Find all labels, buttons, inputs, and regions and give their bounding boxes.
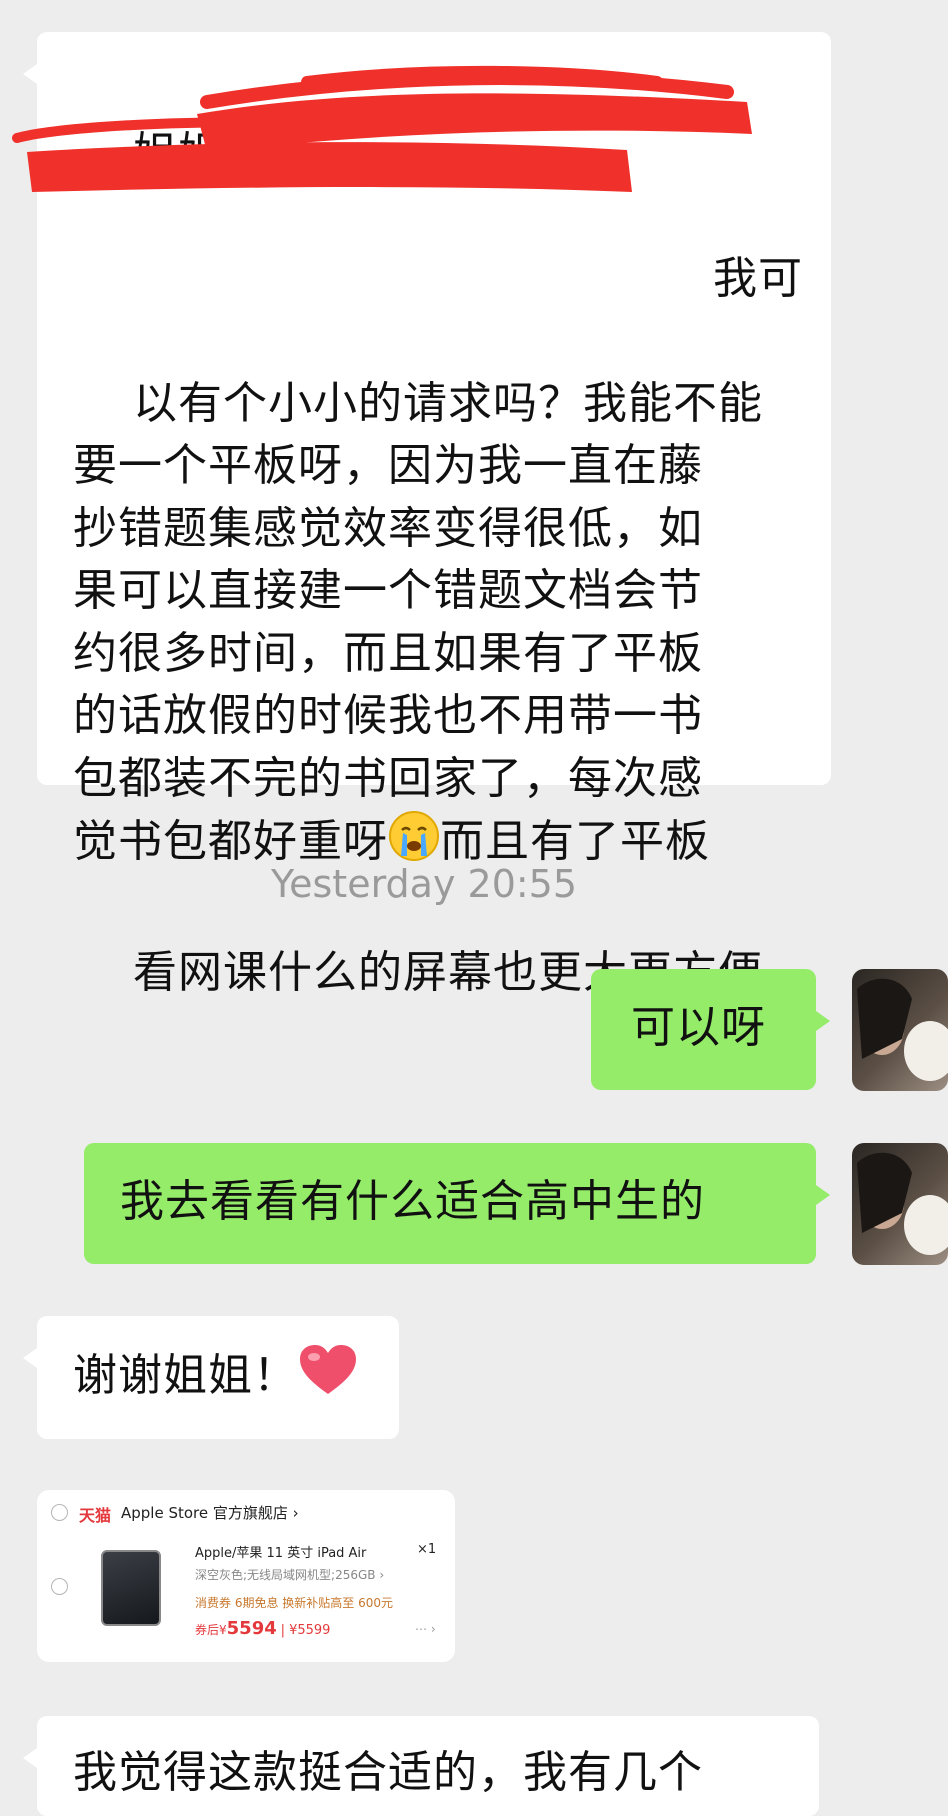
outgoing-message-bubble-1[interactable]: 可以呀 [591, 969, 830, 1090]
user-avatar[interactable] [852, 969, 948, 1091]
promo-tags: 消费券 6期免息 换新补贴高至 600元 [195, 1596, 393, 1610]
message-text: 可以呀 [631, 1002, 766, 1053]
product-spec[interactable]: 深空灰色;无线局域网机型;256GB › [195, 1566, 384, 1583]
tmall-logo: 天猫 [79, 1506, 112, 1525]
incoming-message-bubble-1[interactable]: 姐姐， 我可 以有个小小的请求吗？我能不能 要一个平板呀，因为我一直在藤 抄错题… [12, 32, 831, 998]
shop-name-link[interactable]: Apple Store 官方旗舰店 › [121, 1502, 299, 1523]
message-text: 以有个小小的请求吗？我能不能 要一个平板呀，因为我一直在藤 抄错题集感觉效率变得… [73, 377, 763, 868]
product-price: 券后¥5594 | ¥5599 [195, 1618, 331, 1639]
message-text: 谢谢姐姐！ [73, 1350, 298, 1401]
message-text: 我去看看有什么适合高中生的 [120, 1176, 705, 1227]
shop-select-radio[interactable] [51, 1504, 68, 1521]
product-card[interactable]: 天猫 Apple Store 官方旗舰店 › Apple/苹果 11 英寸 iP… [37, 1490, 455, 1662]
incoming-message-bubble-3[interactable]: 我觉得这款挺合适的，我有几个 [23, 1716, 819, 1816]
item-select-radio[interactable] [51, 1578, 68, 1595]
message-text: 我可 [712, 252, 803, 304]
message-text: 姐姐， [132, 127, 268, 179]
chat-timestamp: Yesterday 20:55 [270, 862, 578, 906]
product-quantity: ×1 [417, 1542, 437, 1557]
heart-icon [298, 1344, 358, 1414]
product-image [101, 1550, 161, 1626]
user-avatar[interactable] [852, 1143, 948, 1265]
message-text: 而且有了平板 [440, 816, 710, 867]
product-title: Apple/苹果 11 英寸 iPad Air [195, 1546, 367, 1561]
message-text: 我觉得这款挺合适的，我有几个 [73, 1747, 703, 1798]
outgoing-message-bubble-2[interactable]: 我去看看有什么适合高中生的 [84, 1143, 830, 1264]
more-link[interactable]: ⋯ › [415, 1622, 436, 1636]
incoming-message-bubble-2[interactable]: 谢谢姐姐！ [23, 1316, 399, 1439]
